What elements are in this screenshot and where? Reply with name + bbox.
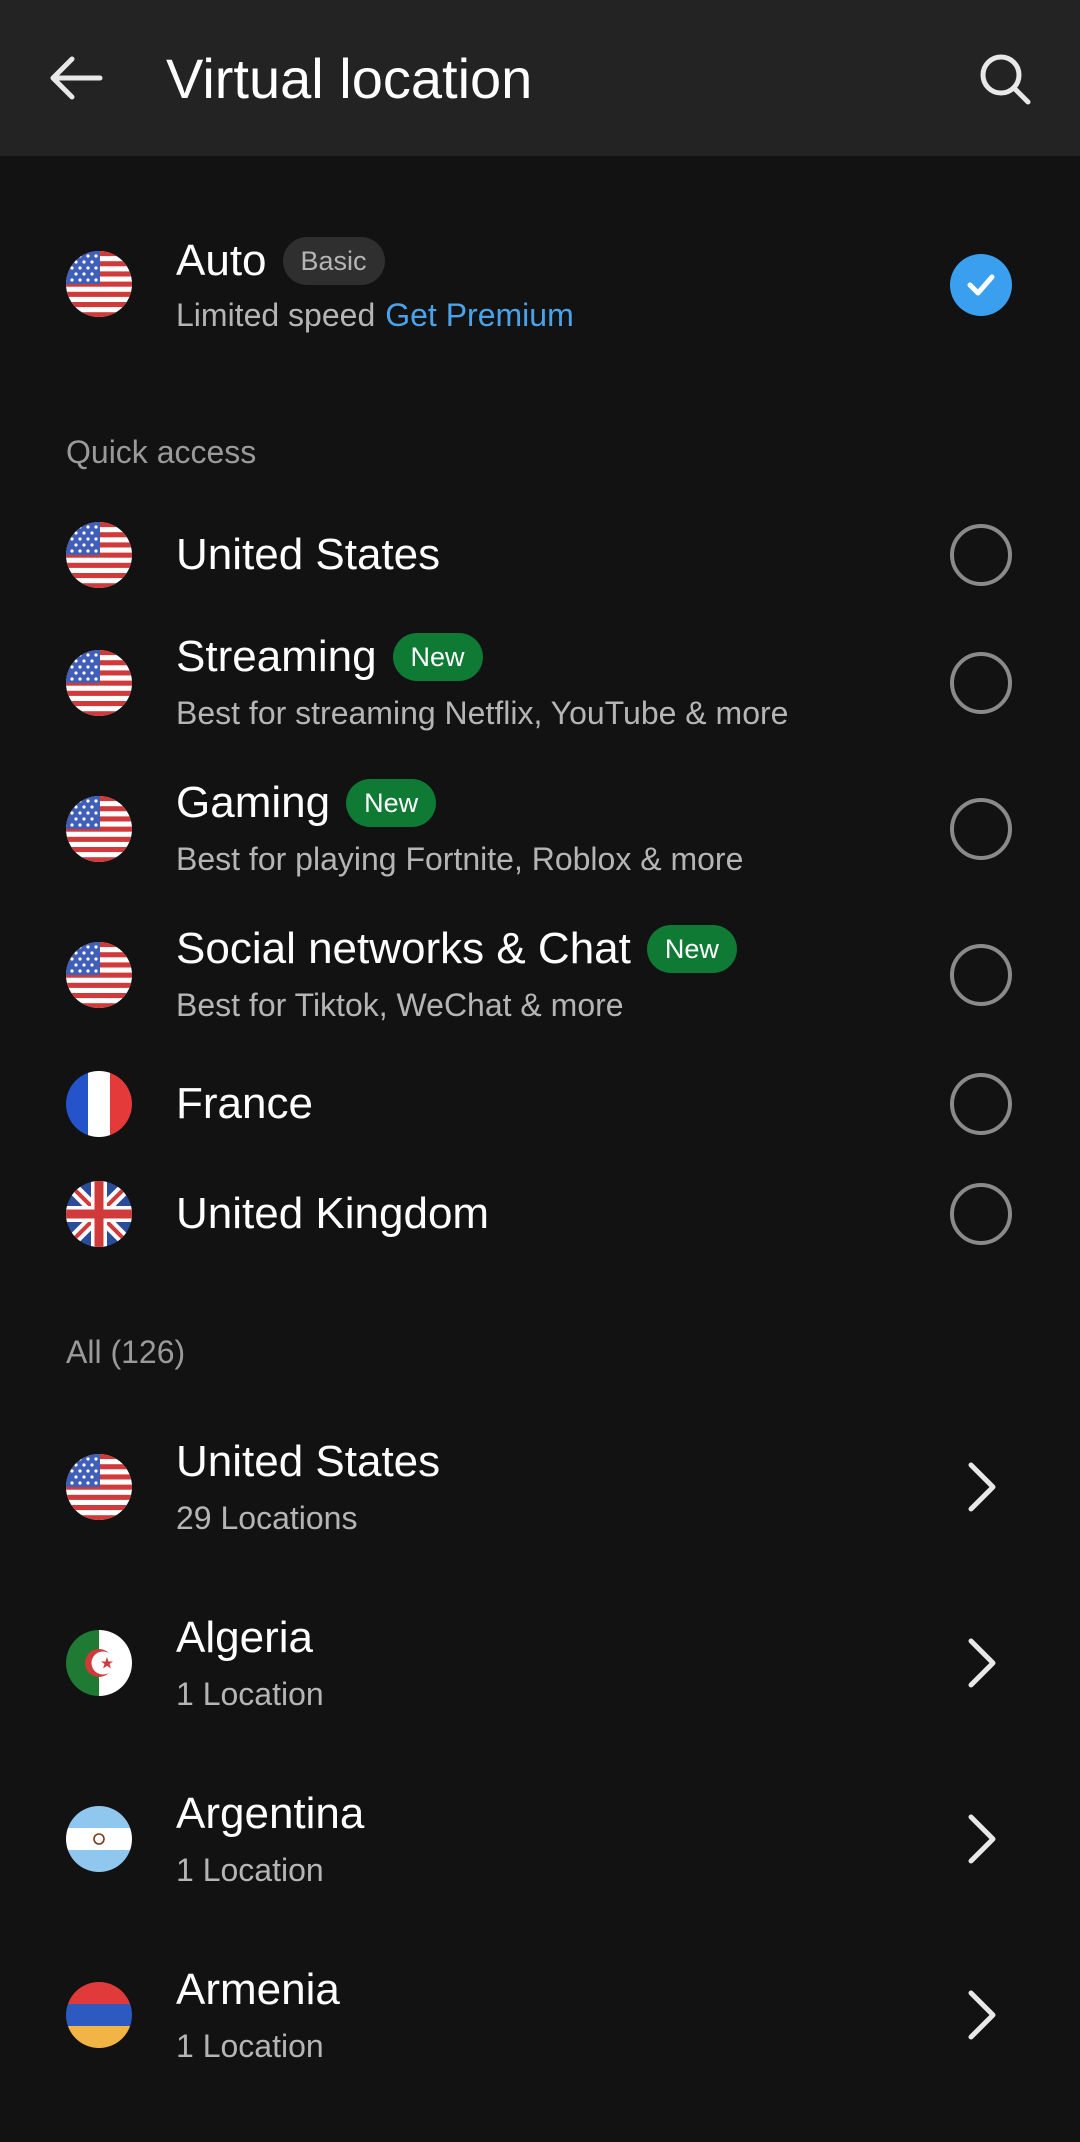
auto-location-row[interactable]: Auto Basic Limited speed Get Premium	[0, 220, 1080, 350]
location-title: United States	[176, 530, 441, 579]
location-title: United Kingdom	[176, 1189, 490, 1238]
chevron-right-icon	[960, 1633, 1004, 1693]
all-locations-header: All (126)	[66, 1334, 186, 1370]
new-badge: New	[646, 925, 737, 973]
app-bar: Virtual location	[0, 0, 1080, 156]
search-button[interactable]	[970, 44, 1040, 114]
country-title: Argentina	[176, 1789, 365, 1838]
location-radio[interactable]	[950, 1073, 1012, 1135]
location-radio[interactable]	[950, 944, 1012, 1006]
country-row[interactable]: Armenia 1 Location	[0, 1950, 1080, 2080]
auto-title: Auto	[176, 236, 267, 285]
quick-access-header: Quick access	[66, 434, 257, 470]
location-radio[interactable]	[950, 652, 1012, 714]
algeria-flag-icon	[66, 1630, 132, 1696]
chevron-right-icon	[960, 1457, 1004, 1517]
uk-flag-icon	[66, 1181, 132, 1247]
location-title: France	[176, 1079, 313, 1128]
us-flag-icon	[66, 251, 132, 317]
country-title: Algeria	[176, 1613, 313, 1662]
country-subtitle: 1 Location	[176, 1852, 324, 1888]
new-badge: New	[346, 779, 437, 827]
armenia-flag-icon	[66, 1982, 132, 2048]
country-subtitle: 1 Location	[176, 1676, 324, 1712]
country-title: Armenia	[176, 1965, 340, 2014]
country-row[interactable]: Argentina 1 Location	[0, 1774, 1080, 1904]
new-badge: New	[392, 633, 483, 681]
chevron-right-icon	[960, 1809, 1004, 1869]
us-flag-icon	[66, 650, 132, 716]
quick-access-item[interactable]: Streaming New Best for streaming Netflix…	[0, 620, 1080, 750]
france-flag-icon	[66, 1071, 132, 1137]
location-title: Social networks & Chat	[176, 924, 631, 973]
country-subtitle: 1 Location	[176, 2028, 324, 2064]
location-subtitle: Best for streaming Netflix, YouTube & mo…	[176, 695, 789, 731]
get-premium-link[interactable]: Get Premium	[385, 297, 573, 333]
chevron-right-icon	[960, 1985, 1004, 2045]
us-flag-icon	[66, 942, 132, 1008]
us-flag-icon	[66, 1454, 132, 1520]
location-radio[interactable]	[950, 798, 1012, 860]
page-title: Virtual location	[166, 47, 533, 110]
location-radio[interactable]	[950, 524, 1012, 586]
location-radio[interactable]	[950, 1183, 1012, 1245]
location-title: Gaming	[176, 778, 331, 827]
quick-access-item[interactable]: United States	[0, 510, 1080, 600]
us-flag-icon	[66, 522, 132, 588]
quick-access-item[interactable]: Gaming New Best for playing Fortnite, Ro…	[0, 766, 1080, 896]
check-icon	[967, 274, 995, 296]
country-title: United States	[176, 1437, 441, 1486]
location-subtitle: Best for Tiktok, WeChat & more	[176, 987, 624, 1023]
arrow-left-icon	[50, 56, 103, 100]
country-row[interactable]: United States 29 Locations	[0, 1422, 1080, 1552]
country-row[interactable]: Algeria 1 Location	[0, 1598, 1080, 1728]
auto-selected-radio[interactable]	[950, 254, 1012, 316]
quick-access-item[interactable]: Social networks & Chat New Best for Tikt…	[0, 912, 1080, 1042]
argentina-flag-icon	[66, 1806, 132, 1872]
quick-access-item[interactable]: France	[0, 1060, 1080, 1150]
quick-access-item[interactable]: United Kingdom	[0, 1170, 1080, 1260]
us-flag-icon	[66, 796, 132, 862]
location-subtitle: Best for playing Fortnite, Roblox & more	[176, 841, 744, 877]
location-title: Streaming	[176, 632, 377, 681]
basic-badge: Basic	[282, 237, 385, 285]
auto-subtitle: Limited speed	[176, 297, 376, 333]
country-subtitle: 29 Locations	[176, 1500, 358, 1536]
back-button[interactable]	[40, 40, 112, 116]
search-icon	[980, 54, 1031, 105]
